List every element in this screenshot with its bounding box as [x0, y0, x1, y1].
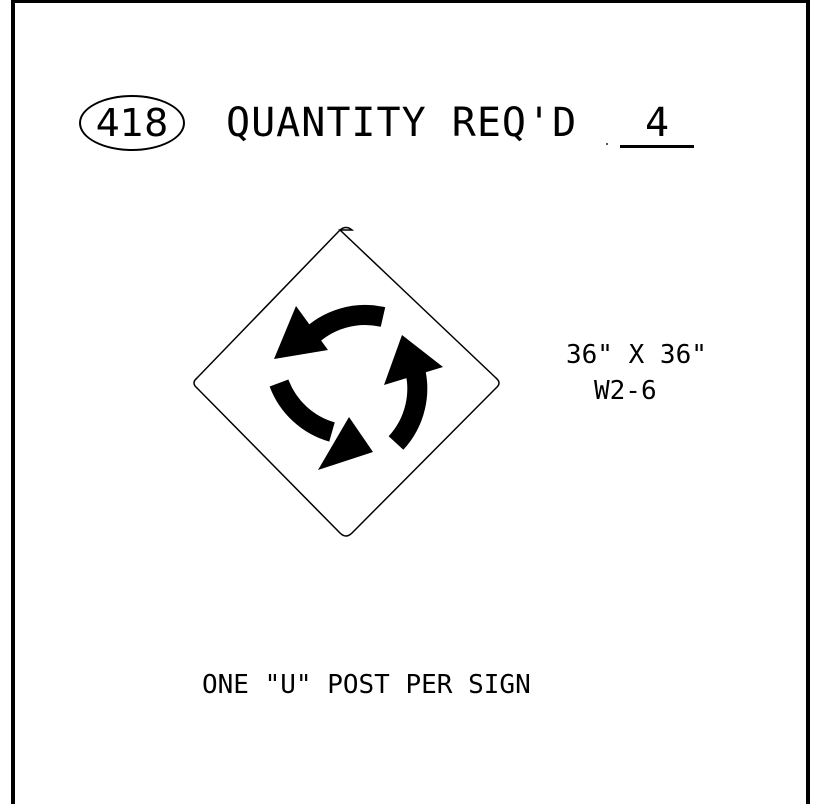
- sheet-border-top: [11, 0, 810, 3]
- sign-diamond-border: [193, 226, 500, 537]
- drawing-sheet: 418 QUANTITY REQ'D 4 36" X 36" W2-6 ONE …: [0, 0, 816, 804]
- sign-size: 36" X 36": [566, 340, 707, 370]
- sheet-border-left: [11, 0, 15, 804]
- quantity-label: QUANTITY REQ'D: [226, 100, 578, 146]
- post-note: ONE "U" POST PER SIGN: [202, 670, 531, 700]
- roundabout-sign: [193, 226, 500, 537]
- sign-code: W2-6: [594, 376, 657, 406]
- stray-dot: [606, 143, 608, 145]
- sign-number: 418: [95, 101, 169, 145]
- sheet-border-right: [806, 0, 810, 804]
- quantity-underline: [620, 145, 694, 148]
- quantity-value: 4: [644, 100, 670, 146]
